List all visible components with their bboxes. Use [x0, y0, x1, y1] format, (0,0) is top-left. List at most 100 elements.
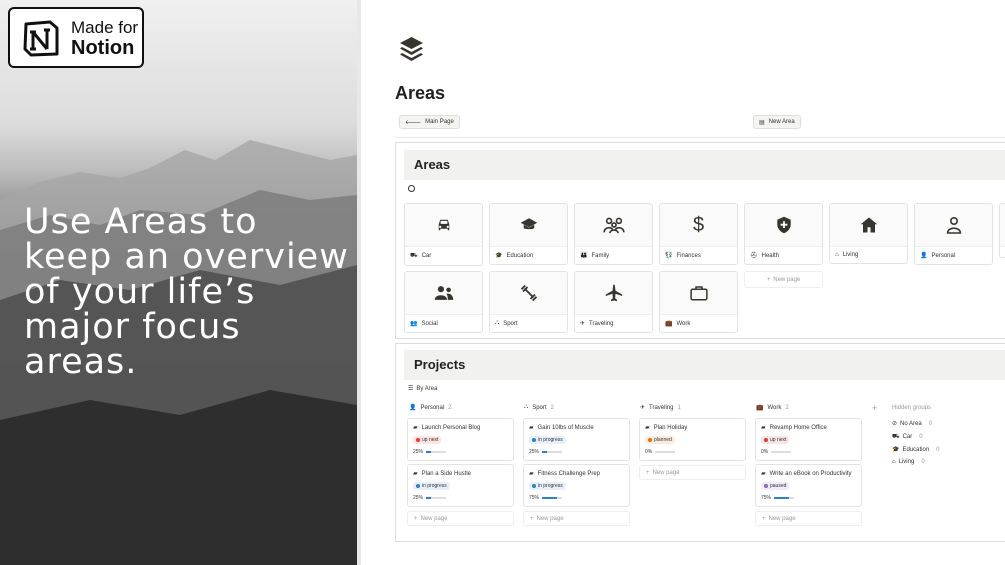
work-new-page[interactable]: + New page — [755, 511, 862, 526]
traveling-new-page[interactable]: + New page — [639, 465, 746, 480]
area-card-finances[interactable]: $ 💱 Finances — [659, 203, 738, 265]
no-area-icon: ⊘ — [892, 421, 898, 427]
board-column-work[interactable]: 💼 Work 2 — [756, 404, 789, 412]
area-card-label: Personal — [931, 252, 956, 259]
project-title: Fitness Challenge Prep — [537, 470, 600, 477]
hidden-group-count: 0 — [919, 434, 923, 440]
status-badge: up next — [413, 436, 442, 444]
people-icon: 👥 — [410, 321, 418, 327]
column-count: 1 — [677, 404, 681, 411]
progress-fill — [426, 497, 432, 499]
briefcase-icon — [689, 286, 708, 301]
area-card-label: Work — [676, 320, 691, 327]
progress: 25% — [413, 495, 508, 501]
main-page-button[interactable]: 🡐 Main Page — [399, 115, 460, 129]
project-card[interactable]: ▰ Write an eBook on Productivity paused 7… — [755, 464, 862, 507]
plus-icon: + — [646, 469, 650, 476]
column-name: Traveling — [649, 404, 674, 411]
add-group-icon[interactable]: + — [872, 403, 877, 413]
areas-new-page[interactable]: + New page — [744, 271, 823, 288]
project-title: Plan a Side Hustle — [421, 470, 471, 477]
progress-label: 0% — [645, 449, 653, 455]
progress-label: 75% — [761, 495, 772, 501]
project-card[interactable]: ▰ Revamp Home Office up next 0% — [755, 418, 862, 461]
view-tab-by-area[interactable]: ☰ By Area — [408, 385, 437, 393]
status-label: in progress — [422, 483, 447, 489]
hidden-group-no-area[interactable]: ⊘ No Area 0 — [892, 420, 933, 428]
dumbbell-icon: ⛬ — [495, 320, 500, 326]
status-label: in progress — [538, 437, 563, 443]
column-name: Work — [767, 404, 782, 411]
car-icon: ⛟ — [410, 253, 418, 259]
hidden-group-count: 0 — [928, 420, 933, 427]
family-icon: 👪 — [580, 253, 588, 259]
hidden-group-car[interactable]: ⛟ Car 0 — [892, 433, 923, 441]
status-badge: in progress — [413, 482, 450, 490]
dumbbell-icon — [520, 284, 537, 302]
board-column-personal[interactable]: 👤 Personal 2 — [409, 404, 452, 412]
column-count: 2 — [785, 404, 789, 411]
circle-icon — [408, 185, 415, 192]
new-area-button[interactable]: ▤ New Area — [753, 115, 801, 129]
area-card-label: Finances — [676, 252, 701, 259]
project-title: Write an eBook on Productivity — [769, 470, 852, 477]
section-divider — [395, 137, 1005, 138]
area-card-car[interactable]: ⛟ Car — [404, 203, 483, 266]
project-title: Revamp Home Office — [769, 424, 827, 431]
hidden-group-education[interactable]: 🎓 Education 0 — [892, 446, 940, 454]
progress-fill — [542, 451, 548, 453]
column-count: 2 — [448, 404, 452, 411]
project-title: Gain 10lbs of Muscle — [537, 424, 594, 431]
people-icon — [434, 286, 453, 300]
airplane-icon — [605, 284, 622, 302]
folder-icon: ▰ — [761, 425, 766, 431]
folder-icon: ▰ — [413, 471, 418, 477]
status-label: up next — [422, 437, 439, 443]
progress-label: 0% — [761, 449, 769, 455]
area-card-living[interactable]: ⌂ Living — [829, 203, 908, 264]
home-icon: ⌂ — [892, 459, 896, 465]
project-card[interactable]: ▰ Plan a Side Hustle in progress 25% — [407, 464, 514, 507]
area-card-health[interactable]: ⛑ Health — [744, 203, 823, 265]
board-column-traveling[interactable]: ✈ Traveling 1 — [640, 404, 681, 412]
progress: 75% — [761, 495, 856, 501]
notion-logo-icon — [23, 20, 59, 56]
project-card[interactable]: ▰ Plan Holiday planned 0% — [639, 418, 746, 461]
area-card-social[interactable]: 👥 Social — [404, 271, 483, 333]
project-card[interactable]: ▰ Launch Personal Blog up next 25% — [407, 418, 514, 461]
area-card-traveling[interactable]: ✈ Traveling — [574, 271, 653, 333]
column-name: Sport — [532, 404, 547, 411]
project-title: Launch Personal Blog — [421, 424, 481, 431]
hidden-group-name: Education — [902, 446, 930, 453]
status-badge: in progress — [529, 436, 566, 444]
project-card[interactable]: ▰ Fitness Challenge Prep in progress 75% — [523, 464, 630, 507]
hidden-group-living[interactable]: ⌂ Living 0 — [892, 459, 925, 465]
area-card-education[interactable]: 🎓 Education — [489, 203, 568, 265]
board-column-sport[interactable]: ⛬ Sport 2 — [524, 404, 554, 411]
sport-new-page[interactable]: + New page — [523, 511, 630, 526]
family-icon — [602, 217, 625, 234]
status-label: in progress — [538, 483, 563, 489]
area-card-family[interactable]: 👪 Family — [574, 203, 653, 265]
area-card-personal[interactable]: 👤 Personal — [914, 203, 993, 265]
personal-new-page[interactable]: + New page — [407, 511, 514, 526]
area-card-partial[interactable] — [999, 203, 1005, 258]
badge-line2: Notion — [71, 36, 135, 59]
hidden-group-name: Car — [902, 434, 913, 440]
area-card-work[interactable]: 💼 Work — [659, 271, 738, 333]
folder-icon: ▰ — [529, 425, 534, 431]
graduation-cap-icon — [520, 218, 537, 230]
new-area-label: New Area — [768, 119, 795, 125]
project-card[interactable]: ▰ Gain 10lbs of Muscle in progress 25% — [523, 418, 630, 461]
area-card-label: Car — [421, 253, 432, 259]
status-label: paused — [770, 483, 787, 489]
area-card-label: Traveling — [589, 320, 614, 327]
areas-header: Areas — [404, 150, 1005, 180]
progress-fill — [426, 451, 432, 453]
car-icon: ⛟ — [892, 434, 900, 440]
main-page-label: Main Page — [425, 119, 454, 125]
area-card-sport[interactable]: ⛬ Sport — [489, 271, 568, 333]
arrow-left-icon: 🡐 — [405, 119, 422, 126]
status-badge: planned — [645, 436, 675, 444]
column-name: Personal — [420, 404, 445, 411]
